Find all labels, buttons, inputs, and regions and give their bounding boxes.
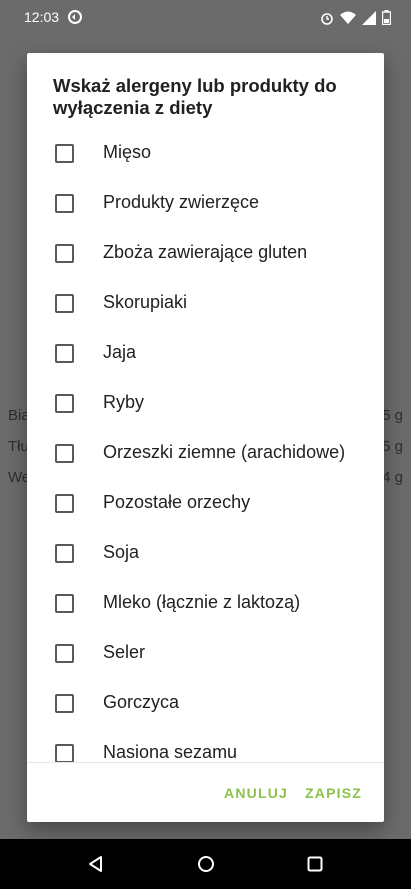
checkbox[interactable]: [55, 644, 74, 663]
navigation-bar: [0, 839, 411, 889]
item-label: Mleko (łącznie z laktozą): [103, 592, 301, 612]
item-label: Soja: [103, 542, 140, 562]
item-label: Orzeszki ziemne (arachidowe): [103, 442, 346, 462]
item-label: Zboża zawierające gluten: [103, 242, 308, 262]
checkbox[interactable]: [55, 494, 74, 513]
checkbox[interactable]: [55, 144, 74, 163]
allergen-dialog: Wskaż alergeny lub produkty do wyłączeni…: [27, 53, 384, 822]
status-icons: [320, 10, 391, 25]
list-item-fish[interactable]: Ryby: [27, 377, 384, 427]
list-item-sesame[interactable]: Nasiona sezamu: [27, 727, 384, 763]
checkbox[interactable]: [55, 594, 74, 613]
list-item-soy[interactable]: Soja: [27, 527, 384, 577]
list-item-animal-products[interactable]: Produkty zwierzęce: [27, 177, 384, 227]
list-item-mustard[interactable]: Gorczyca: [27, 677, 384, 727]
recents-icon[interactable]: [305, 854, 325, 874]
item-label: Ryby: [103, 392, 145, 412]
checkbox[interactable]: [55, 444, 74, 463]
item-label: Nasiona sezamu: [103, 742, 238, 762]
background-row-value: 5 g: [382, 407, 403, 424]
allergen-list[interactable]: Mięso Produkty zwierzęce Zboża zawierają…: [27, 127, 384, 763]
list-item-meat[interactable]: Mięso: [27, 127, 384, 177]
back-icon[interactable]: [86, 854, 106, 874]
list-item-milk[interactable]: Mleko (łącznie z laktozą): [27, 577, 384, 627]
item-label: Jaja: [103, 342, 137, 362]
list-item-eggs[interactable]: Jaja: [27, 327, 384, 377]
checkbox[interactable]: [55, 694, 74, 713]
item-label: Gorczyca: [103, 692, 180, 712]
list-item-gluten[interactable]: Zboża zawierające gluten: [27, 227, 384, 277]
alarm-icon: [321, 12, 333, 25]
status-bar: 12:03: [0, 0, 411, 36]
cancel-button[interactable]: ANULUJ: [224, 785, 288, 801]
background-row-value: 5 g: [382, 438, 403, 455]
battery-icon: [382, 10, 391, 25]
list-item-other-nuts[interactable]: Pozostałe orzechy: [27, 477, 384, 527]
background-row-label: Tłu: [8, 438, 29, 455]
home-icon[interactable]: [196, 854, 216, 874]
dialog-divider: [27, 762, 384, 763]
item-label: Skorupiaki: [103, 292, 188, 312]
checkbox[interactable]: [55, 294, 74, 313]
checkbox[interactable]: [55, 194, 74, 213]
checkbox[interactable]: [55, 244, 74, 263]
list-item-peanuts[interactable]: Orzeszki ziemne (arachidowe): [27, 427, 384, 477]
checkbox[interactable]: [55, 344, 74, 363]
dialog-title: Wskaż alergeny lub produkty do wyłączeni…: [53, 75, 337, 118]
background-row-value: 4 g: [382, 469, 403, 486]
app-notification-icon: [68, 10, 82, 24]
list-item-celery[interactable]: Seler: [27, 627, 384, 677]
item-label: Produkty zwierzęce: [103, 192, 260, 212]
item-label: Pozostałe orzechy: [103, 492, 251, 512]
item-label: Mięso: [103, 142, 152, 162]
status-time: 12:03: [24, 9, 60, 25]
list-item-shellfish[interactable]: Skorupiaki: [27, 277, 384, 327]
save-button[interactable]: ZAPISZ: [305, 785, 362, 801]
checkbox[interactable]: [55, 394, 74, 413]
checkbox[interactable]: [55, 544, 74, 563]
signal-icon: [362, 10, 376, 25]
item-label: Seler: [103, 642, 146, 662]
checkbox[interactable]: [55, 744, 74, 763]
wifi-icon: [340, 11, 356, 24]
